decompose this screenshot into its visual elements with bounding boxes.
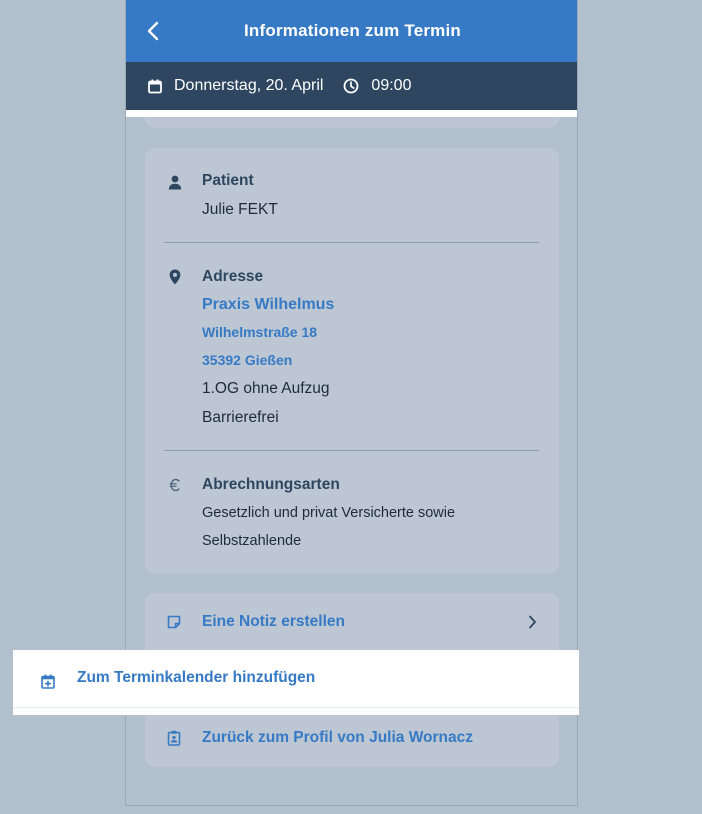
- back-to-profile-button[interactable]: Zurück zum Profil von Julia Wornacz: [145, 710, 559, 766]
- patient-name: Julie FEKT: [202, 201, 278, 218]
- street-link[interactable]: Wilhelmstraße 18: [202, 324, 317, 340]
- section-divider: [164, 450, 539, 451]
- euro-icon: [167, 477, 183, 493]
- practice-name-link[interactable]: Praxis Wilhelmus: [202, 296, 334, 314]
- appointment-date: Donnerstag, 20. April: [148, 77, 323, 95]
- clipboard-person-icon: [165, 729, 183, 747]
- row-divider: [13, 707, 579, 708]
- back-to-profile-label: Zurück zum Profil von Julia Wornacz: [202, 729, 474, 746]
- address-title: Adresse: [202, 268, 264, 285]
- billing-line-2: Selbstzahlende: [202, 533, 302, 549]
- appointment-date-text: Donnerstag, 20. April: [174, 77, 324, 94]
- previous-card-edge: [145, 117, 559, 128]
- chevron-left-icon: [147, 21, 159, 41]
- calendar-icon: [148, 79, 162, 94]
- page-title: Informationen zum Termin: [244, 21, 461, 40]
- billing-line-1: Gesetzlich und privat Versicherte sowie: [202, 505, 456, 521]
- create-note-button[interactable]: Eine Notiz erstellen: [145, 594, 559, 650]
- section-divider: [164, 242, 539, 243]
- appointment-datetime-bar: Donnerstag, 20. April 09:00: [126, 62, 577, 110]
- chevron-right-icon: [528, 615, 537, 629]
- appointment-time-text: 09:00: [371, 77, 412, 94]
- floor-info: 1.OG ohne Aufzug: [202, 380, 330, 397]
- header-divider-strip: [126, 110, 577, 117]
- appointment-info-card: Patient Julie FEKT Adresse Praxis Wilhel…: [145, 148, 559, 574]
- appointment-time: 09:00: [343, 77, 411, 95]
- calendar-add-icon: [39, 672, 57, 690]
- patient-title: Patient: [202, 172, 254, 189]
- add-to-calendar-label: Zum Terminkalender hinzufügen: [77, 669, 316, 686]
- city-link[interactable]: 35392 Gießen: [202, 352, 292, 368]
- person-icon: [167, 174, 183, 190]
- back-button[interactable]: [140, 18, 166, 44]
- note-icon: [165, 613, 183, 631]
- accessibility-info: Barrierefrei: [202, 409, 279, 426]
- top-app-bar: Informationen zum Termin: [126, 0, 577, 62]
- billing-title: Abrechnungsarten: [202, 476, 340, 493]
- clock-icon: [343, 78, 359, 94]
- create-note-label: Eine Notiz erstellen: [202, 613, 345, 630]
- location-pin-icon: [167, 269, 183, 285]
- add-to-calendar-button[interactable]: Zum Terminkalender hinzufügen: [13, 650, 579, 715]
